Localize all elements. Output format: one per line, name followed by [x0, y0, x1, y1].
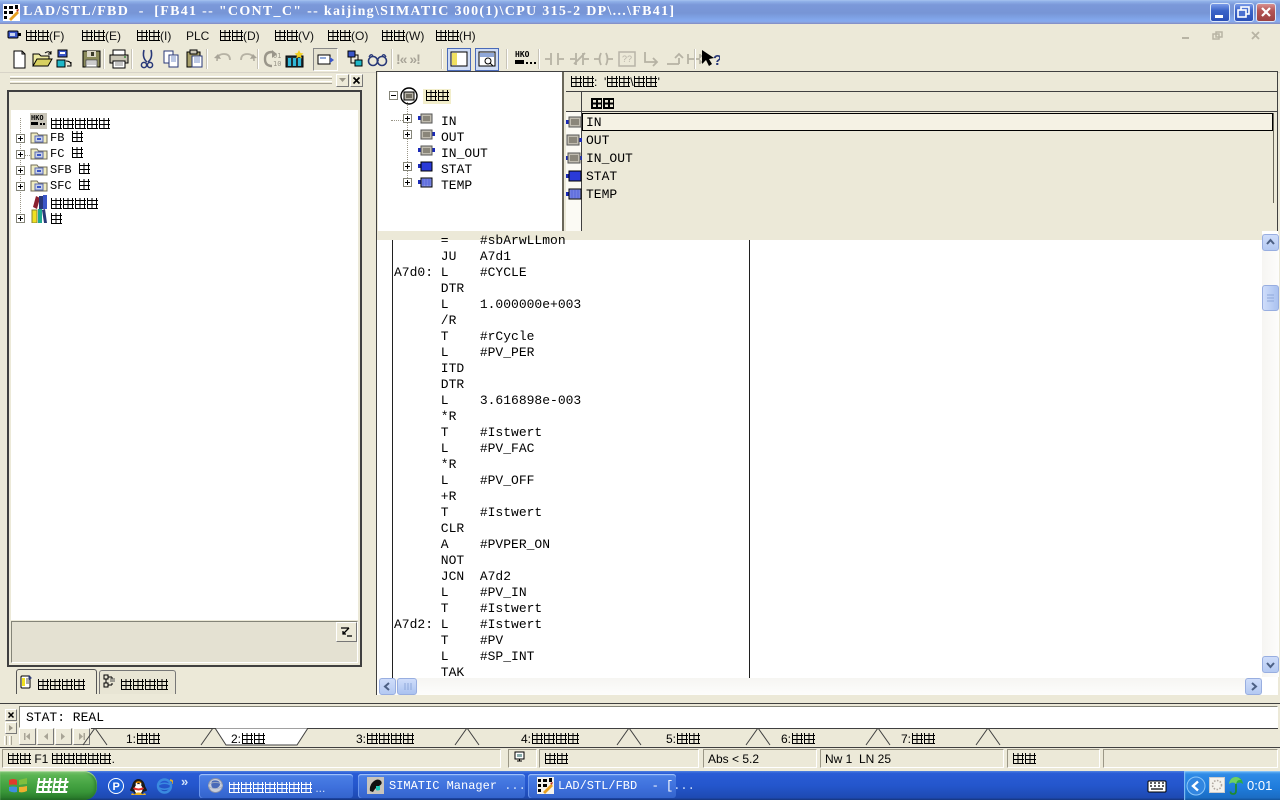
svg-text:??: ?? — [622, 54, 632, 64]
svg-text:P: P — [113, 781, 120, 793]
svg-text:?: ? — [713, 52, 720, 69]
svg-text:10: 10 — [273, 60, 281, 68]
svg-text:HKO: HKO — [31, 114, 44, 122]
svg-text:01: 01 — [273, 52, 281, 60]
svg-text:HKO: HKO — [515, 50, 530, 59]
